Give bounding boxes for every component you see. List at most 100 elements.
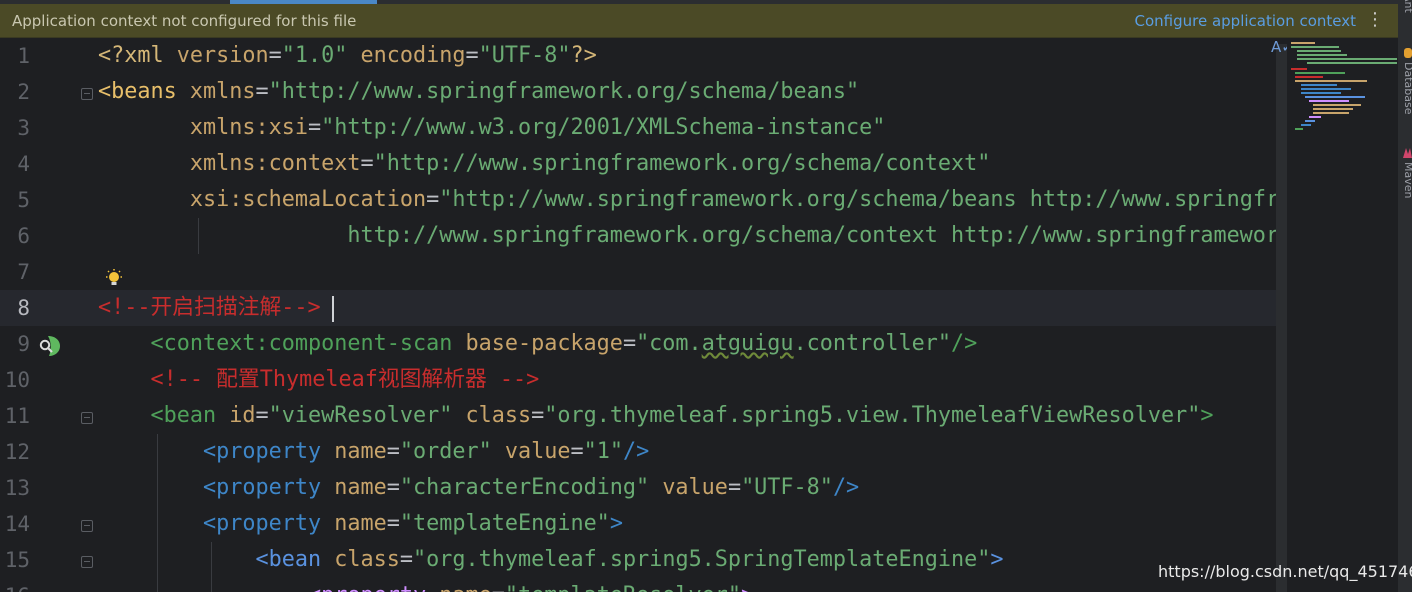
watermark: https://blog.csdn.net/qq_45174642 xyxy=(1158,562,1412,581)
code-token: http://www.springframework.org/schema/co… xyxy=(347,223,1287,248)
code-line[interactable]: 2 <beans xmlns="http://www.springframewor… xyxy=(0,74,1287,110)
code-line[interactable]: 7 xyxy=(0,254,1287,290)
code-token: "com. xyxy=(636,331,702,356)
fold-marker[interactable] xyxy=(81,88,93,100)
code-token: <beans xyxy=(98,79,190,104)
code-text: http://www.springframework.org/schema/co… xyxy=(98,218,1287,254)
lightbulb-icon[interactable] xyxy=(103,268,125,290)
code-line[interactable]: 15 <bean class="org.thymeleaf.spring5.Sp… xyxy=(0,542,1287,578)
code-minimap[interactable] xyxy=(1287,38,1398,592)
code-line[interactable]: 9 <context:component-scan base-package="… xyxy=(0,326,1287,362)
ant-tool-tab[interactable]: Ant xyxy=(1402,0,1412,13)
code-line[interactable]: 12 <property name="order" value="1"/> xyxy=(0,434,1287,470)
minimap-line xyxy=(1301,92,1341,94)
code-line[interactable]: 14 <property name="templateEngine"> xyxy=(0,506,1287,542)
line-number: 4 xyxy=(17,152,30,176)
minimap-line xyxy=(1295,72,1345,74)
context-warning-banner: Application context not configured for t… xyxy=(0,4,1398,38)
code-token: = xyxy=(386,439,400,464)
code-token: = xyxy=(268,43,282,68)
line-number: 16 xyxy=(0,578,30,592)
minimap-line xyxy=(1291,42,1315,44)
code-line[interactable]: 4 xmlns:context="http://www.springframew… xyxy=(0,146,1287,182)
database-icon xyxy=(1404,48,1412,58)
line-number: 12 xyxy=(4,440,30,464)
line-number: 2 xyxy=(17,80,30,104)
code-text: xmlns:context="http://www.springframewor… xyxy=(98,146,991,182)
database-tool-tab[interactable]: Database xyxy=(1402,62,1412,115)
minimap-line xyxy=(1305,96,1365,98)
minimap-line xyxy=(1301,84,1337,86)
minimap-line xyxy=(1291,68,1307,70)
minimap-line xyxy=(1295,80,1367,82)
code-token: xmlns:xsi xyxy=(189,115,308,140)
code-line[interactable]: 1 <?xml version="1.0" encoding="UTF-8"?> xyxy=(0,38,1287,74)
minimap-line xyxy=(1309,116,1321,118)
vertical-scrollbar[interactable] xyxy=(1276,44,1287,592)
minimap-line xyxy=(1309,100,1349,102)
line-number: 5 xyxy=(17,188,30,212)
minimap-line xyxy=(1313,104,1361,106)
code-line[interactable]: 3 xmlns:xsi="http://www.w3.org/2001/XMLS… xyxy=(0,110,1287,146)
code-line[interactable]: 8 <!--开启扫描注解--> xyxy=(0,290,1287,326)
maven-tool-tab[interactable]: Maven xyxy=(1402,162,1412,198)
line-number: 15 xyxy=(4,548,30,572)
fold-marker[interactable] xyxy=(81,412,93,424)
code-token: <property xyxy=(202,439,335,464)
code-token: name xyxy=(334,475,387,500)
code-token: <!--开启扫描注解--> xyxy=(98,295,321,320)
minimap-line xyxy=(1295,128,1303,130)
code-line[interactable]: 11 <bean id="viewResolver" class="org.th… xyxy=(0,398,1287,434)
code-editor[interactable]: 1 <?xml version="1.0" encoding="UTF-8"?> 2… xyxy=(0,38,1287,592)
code-token: "org.thymeleaf.spring5.SpringTemplateEng… xyxy=(412,547,991,572)
code-line[interactable]: 13 <property name="characterEncoding" va… xyxy=(0,470,1287,506)
code-token: name xyxy=(439,583,492,592)
code-line[interactable]: 10 <!-- 配置Thymeleaf视图解析器 --> xyxy=(0,362,1287,398)
code-text: <?xml version="1.0" encoding="UTF-8"?> xyxy=(98,38,597,74)
minimap-line xyxy=(1297,54,1347,56)
code-token: = xyxy=(255,79,269,104)
code-token: = xyxy=(622,331,637,356)
code-token: = xyxy=(307,115,322,140)
code-token: version xyxy=(176,43,269,68)
code-token: "UTF-8" xyxy=(741,475,833,500)
code-token: "order" xyxy=(399,439,492,464)
code-token: <property xyxy=(202,475,335,500)
code-text: <!-- 配置Thymeleaf视图解析器 --> xyxy=(98,362,540,398)
code-line[interactable]: 6 http://www.springframework.org/schema/… xyxy=(0,218,1287,254)
code-token: = xyxy=(492,583,505,592)
code-text: <property name="order" value="1"/> xyxy=(98,434,649,470)
code-token: "1" xyxy=(583,439,623,464)
code-token: = xyxy=(426,187,440,212)
code-token: name xyxy=(334,439,387,464)
fold-marker[interactable] xyxy=(81,556,93,568)
spring-bean-search-icon[interactable] xyxy=(36,333,62,359)
minimap-line xyxy=(1305,120,1315,122)
more-options-icon[interactable]: ⋮ xyxy=(1366,9,1384,30)
code-token: "characterEncoding" xyxy=(399,475,650,500)
fold-marker[interactable] xyxy=(81,520,93,532)
code-token: <?xml xyxy=(98,43,177,68)
code-token: <bean xyxy=(255,547,335,572)
code-text: xmlns:xsi="http://www.w3.org/2001/XMLSch… xyxy=(98,110,886,146)
code-line[interactable]: 5 xsi:schemaLocation="http://www.springf… xyxy=(0,182,1287,218)
line-number: 1 xyxy=(17,44,30,68)
line-number: 3 xyxy=(17,116,30,140)
code-line[interactable]: 16 <property name="templateResolver"> xyxy=(0,578,1287,592)
code-token: atguigu xyxy=(701,331,794,356)
line-number: 14 xyxy=(4,512,30,536)
code-text: <beans xmlns="http://www.springframework… xyxy=(98,74,859,110)
code-text: <property name="templateEngine"> xyxy=(98,506,623,542)
code-token: > xyxy=(609,511,623,536)
code-token: "viewResolver" xyxy=(268,403,453,428)
configure-context-link[interactable]: Configure application context xyxy=(1134,12,1356,30)
